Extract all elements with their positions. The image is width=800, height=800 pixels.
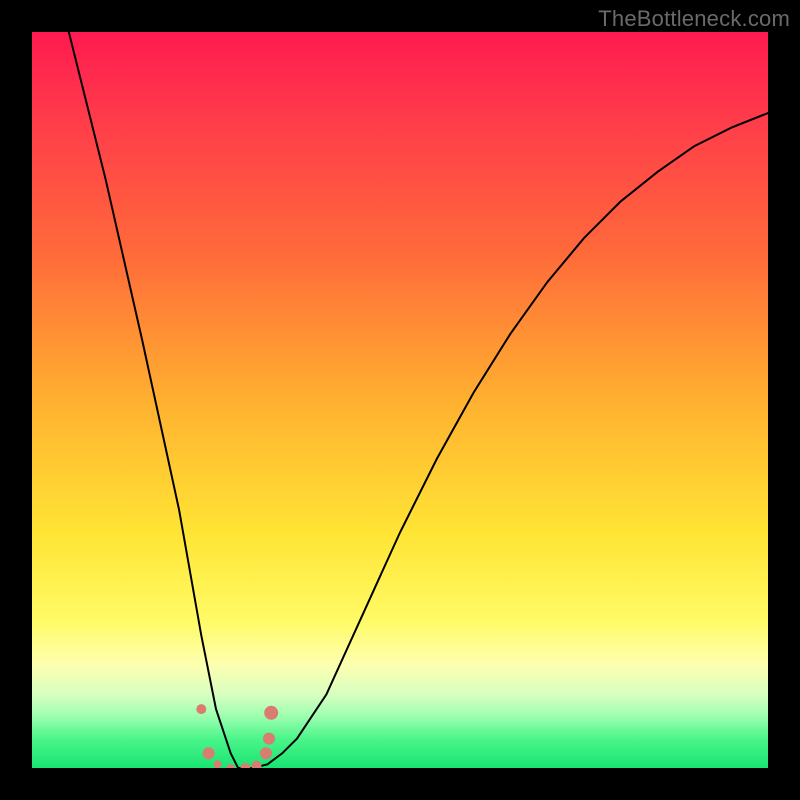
data-marker [240, 763, 250, 768]
watermark-text: TheBottleneck.com [598, 6, 790, 32]
chart-markers [196, 704, 278, 768]
data-marker [260, 747, 272, 759]
data-marker [227, 764, 235, 768]
chart-area [32, 32, 768, 768]
data-marker [196, 704, 206, 714]
chart-svg [32, 32, 768, 768]
data-marker [203, 747, 215, 759]
data-marker [263, 733, 275, 745]
data-marker [264, 706, 278, 720]
data-marker [252, 761, 262, 768]
data-marker [214, 760, 222, 768]
chart-curve [69, 32, 768, 768]
